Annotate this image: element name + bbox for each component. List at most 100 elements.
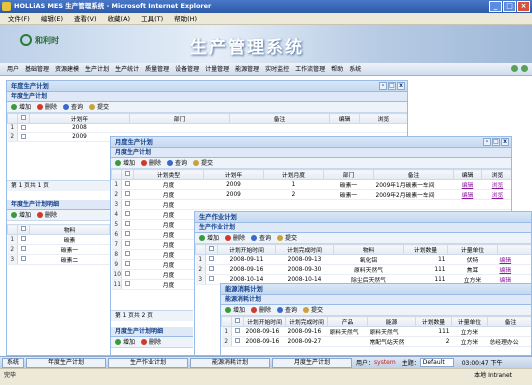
task-monthly-plan[interactable]: 月度生产计划 [272,357,353,368]
edit-link[interactable]: 编辑 [497,254,531,265]
delete-button[interactable]: 删除 [37,102,57,112]
row-checkbox[interactable] [21,246,27,251]
row-checkbox[interactable] [235,328,241,333]
nav-equipment[interactable]: 设备管理 [172,63,202,75]
row-checkbox[interactable] [21,256,27,261]
detail-add-button[interactable]: 增加 [115,337,135,347]
nav-resource[interactable]: 资源建模 [52,63,82,75]
task-energy-plan[interactable]: 能源消耗计划 [190,357,271,368]
window-max-button[interactable]: □ [492,138,500,146]
select-all-checkbox[interactable] [235,318,240,323]
table-row[interactable]: 1 碳素 [7,234,110,245]
settings-icon[interactable] [521,65,528,72]
add-button[interactable]: 增加 [199,233,219,243]
select-all-checkbox[interactable] [125,171,130,176]
submit-button[interactable]: 提交 [277,233,297,243]
detail-delete-button[interactable]: 删除 [141,337,161,347]
nav-quality[interactable]: 质量管理 [142,63,172,75]
nav-metering[interactable]: 计量管理 [202,63,232,75]
table-row[interactable]: 1 2008 [7,123,407,133]
row-checkbox[interactable] [21,236,27,241]
row-checkbox[interactable] [125,221,131,226]
edit-link[interactable]: 编辑 [453,189,482,200]
query-button[interactable]: 查询 [277,305,297,315]
window-min-button[interactable]: - [483,138,491,146]
query-button[interactable]: 查询 [167,158,187,168]
delete-button[interactable]: 删除 [225,233,245,243]
row-checkbox[interactable] [125,241,131,246]
delete-button[interactable]: 删除 [251,305,271,315]
menu-view[interactable]: 查看(V) [74,13,97,24]
table-row[interactable]: 2 2008-09-16 2008-09-30 原料天然气 111 焦耳 编辑 [195,264,531,275]
select-all-checkbox[interactable] [21,226,26,231]
row-checkbox[interactable] [125,281,131,286]
col-remark[interactable]: 备注 [229,113,330,124]
table-row[interactable]: 1 月度 2009 1 碳素一 2009年1月碳素一车间 编辑 浏览 [111,179,511,190]
menu-file[interactable]: 文件(F) [8,13,30,24]
select-all-checkbox[interactable] [21,115,26,120]
nav-plan[interactable]: 生产计划 [82,63,112,75]
delete-button[interactable]: 删除 [141,158,161,168]
edit-link[interactable]: 编辑 [497,264,531,275]
table-row[interactable]: 2 碳素一 [7,244,110,255]
refresh-icon[interactable] [511,65,518,72]
col-dept[interactable]: 部门 [129,113,230,124]
table-row[interactable]: 1 2008-09-16 2008-09-16 原料天然气 原料天然气 111 立方米 [221,326,531,337]
detail-delete-button[interactable]: 删除 [37,210,57,220]
submit-button[interactable]: 提交 [89,102,109,112]
browse-link[interactable]: 浏览 [481,179,511,190]
row-checkbox[interactable] [21,133,27,139]
row-checkbox[interactable] [125,201,131,206]
table-row[interactable]: 3 碳素二 [7,254,110,265]
menu-favorites[interactable]: 收藏(A) [108,13,131,24]
table-row[interactable]: 2 月度 2009 2 碳素一 2009年2月碳素一车间 编辑 浏览 [111,189,511,200]
table-row[interactable]: 3 月度 [111,199,511,210]
menu-help[interactable]: 帮助(H) [174,13,197,24]
nav-workflow[interactable]: 工作流管理 [292,63,328,75]
table-row[interactable]: 1 2008-09-11 2008-09-13 氧化铝 11 伏特 编辑 [195,254,531,265]
theme-select[interactable]: Default [419,358,454,367]
minimize-button[interactable]: _ [489,1,502,12]
submit-button[interactable]: 提交 [303,305,323,315]
window-max-button[interactable]: □ [388,82,396,90]
system-menu-button[interactable]: 系统 [2,357,25,368]
row-checkbox[interactable] [125,231,131,236]
row-checkbox[interactable] [125,251,131,256]
task-production-job[interactable]: 生产作业计划 [108,357,189,368]
nav-stats[interactable]: 生产统计 [112,63,142,75]
window-min-button[interactable]: - [379,82,387,90]
submit-button[interactable]: 提交 [193,158,213,168]
row-checkbox[interactable] [209,276,215,281]
row-checkbox[interactable] [21,124,27,130]
nav-help[interactable]: 帮助 [328,63,346,75]
row-checkbox[interactable] [125,271,131,276]
col-plan-year[interactable]: 计划年 [29,113,130,124]
nav-basic[interactable]: 基础管理 [22,63,52,75]
query-button[interactable]: 查询 [63,102,83,112]
window-close-button[interactable]: x [501,138,509,146]
nav-system[interactable]: 系统 [346,63,364,75]
row-checkbox[interactable] [235,338,241,343]
nav-user[interactable]: 用户 [4,63,22,75]
nav-energy[interactable]: 能源管理 [232,63,262,75]
add-button[interactable]: 增加 [225,305,245,315]
browse-link[interactable]: 浏览 [481,189,511,200]
row-checkbox[interactable] [125,191,131,196]
close-button[interactable]: × [517,1,530,12]
row-checkbox[interactable] [125,261,131,266]
row-checkbox[interactable] [125,211,131,216]
detail-add-button[interactable]: 增加 [11,210,31,220]
menu-edit[interactable]: 编辑(E) [41,13,63,24]
window-close-button[interactable]: x [397,82,405,90]
row-checkbox[interactable] [209,256,215,261]
edit-link[interactable]: 编辑 [453,179,482,190]
add-button[interactable]: 增加 [115,158,135,168]
table-row[interactable]: 2 2008-09-16 2008-09-27 常配气站天然 2 立方米 总经理办公 [221,336,531,347]
row-checkbox[interactable] [209,266,215,271]
select-all-checkbox[interactable] [209,246,214,251]
nav-monitor[interactable]: 实时监控 [262,63,292,75]
task-annual-plan[interactable]: 年度生产计划 [26,357,107,368]
add-button[interactable]: 增加 [11,102,31,112]
row-checkbox[interactable] [125,181,131,186]
maximize-button[interactable]: □ [503,1,516,12]
